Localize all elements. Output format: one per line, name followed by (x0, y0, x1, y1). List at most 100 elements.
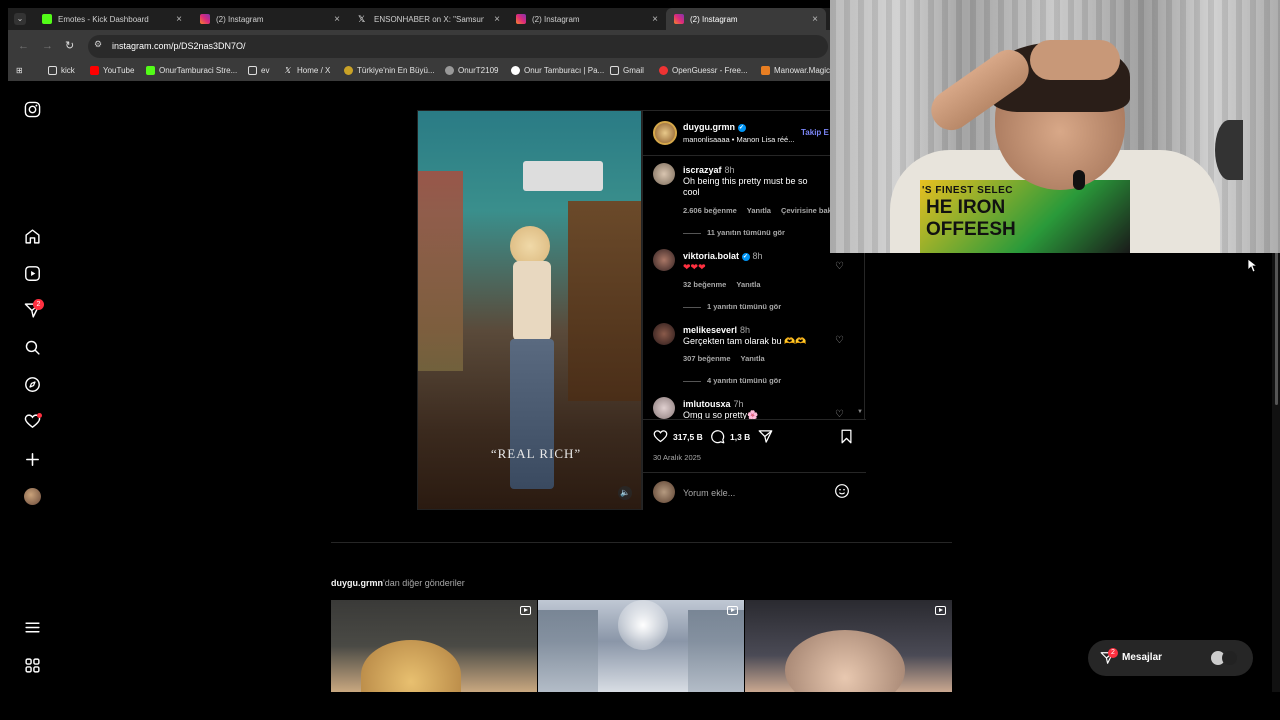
search-icon[interactable] (24, 339, 41, 356)
scroll-down-icon[interactable]: ▼ (857, 409, 863, 415)
mute-icon[interactable]: 🔈 (618, 486, 632, 500)
more-posts-heading: duygu.grmn'dan diğer gönderiler (331, 578, 465, 588)
url-text: instagram.com/p/DS2nas3DN7O/ (112, 41, 246, 51)
tab-kick-dashboard[interactable]: Emotes - Kick Dashboard × (34, 8, 190, 30)
kick-icon (42, 14, 52, 24)
instagram-logo-icon[interactable] (24, 101, 41, 118)
messages-button[interactable]: 2 Mesajlar (1088, 640, 1253, 676)
notifications-heart-icon[interactable] (24, 413, 42, 430)
grid-post-3[interactable] (745, 600, 952, 692)
openguessr-icon (659, 66, 668, 75)
grid-post-1[interactable] (331, 600, 537, 692)
back-icon[interactable]: ← (18, 40, 29, 52)
bookmark-manowar[interactable]: Manowar.Magic (761, 66, 830, 75)
x-icon: 𝕏 (284, 66, 291, 75)
save-icon[interactable] (839, 429, 854, 449)
site-info-icon[interactable]: ⚙ (94, 39, 102, 50)
comment-username[interactable]: imlutousxa 7h (683, 399, 744, 409)
profile-avatar[interactable] (24, 488, 41, 505)
tab-title: (2) Instagram (690, 14, 738, 24)
also-from-meta-icon[interactable] (24, 657, 41, 674)
grid-post-2[interactable] (538, 600, 744, 692)
instagram-icon (674, 14, 684, 24)
menu-icon[interactable] (24, 619, 41, 636)
comment-meta: 2.606 beğenme Yanıtla Çevirisine bak (683, 206, 832, 215)
tab-x-ensonhaber[interactable]: 𝕏 ENSONHABER on X: "Samsun'd × (350, 8, 508, 30)
bookmark-openguessr[interactable]: OpenGuessr - Free... (659, 66, 748, 75)
close-icon[interactable]: × (812, 14, 818, 25)
bookmark-turkiye[interactable]: Türkiye'nin En Büyü... (344, 66, 435, 75)
view-replies-link[interactable]: 1 yanıtın tümünü gör (683, 302, 781, 311)
bookmark-home-x[interactable]: 𝕏 Home / X (284, 66, 330, 75)
audio-label[interactable]: manonlisaaaa • Manon Lisa réé... (683, 135, 794, 144)
comment-avatar[interactable] (653, 163, 675, 185)
reply-link[interactable]: Yanıtla (736, 280, 760, 289)
comment-username[interactable]: melikeseverl 8h (683, 325, 750, 335)
bookmark-onurt2109[interactable]: OnurT2109 (445, 66, 498, 75)
view-replies-link[interactable]: 11 yanıtın tümünü gör (683, 228, 785, 237)
tab-instagram-active[interactable]: (2) Instagram × (666, 8, 826, 30)
notification-dot (37, 413, 42, 418)
author-avatar[interactable] (653, 121, 677, 145)
tab-instagram-1[interactable]: (2) Instagram × (192, 8, 348, 30)
video-overlay-text: “REAL RICH” (490, 446, 582, 461)
share-icon[interactable] (758, 429, 773, 449)
apps-icon[interactable]: ⊞ (16, 66, 23, 75)
shirt-text: 'S FINEST SELEC (922, 185, 1014, 196)
author-username[interactable]: duygu.grmn ✓ (683, 122, 746, 132)
comment-composer: Yorum ekle... (643, 472, 866, 512)
tab-title: (2) Instagram (216, 14, 264, 24)
more-posts-username[interactable]: duygu.grmn (331, 578, 383, 588)
bookmark-ev[interactable]: ev (248, 66, 269, 75)
comment-avatar[interactable] (653, 249, 675, 271)
reply-link[interactable]: Yanıtla (747, 206, 771, 215)
reply-link[interactable]: Yanıtla (741, 354, 765, 363)
comments-count[interactable]: 1,3 B (730, 432, 750, 442)
comment-icon[interactable] (710, 429, 725, 449)
address-bar[interactable]: ⚙ instagram.com/p/DS2nas3DN7O/ (88, 35, 828, 58)
instagram-icon (200, 14, 210, 24)
bookmark-youtube[interactable]: YouTube (90, 66, 134, 75)
direct-icon[interactable]: 2 (24, 299, 44, 319)
home-icon[interactable] (24, 228, 41, 245)
comment-input[interactable]: Yorum ekle... (683, 488, 735, 498)
like-comment-icon[interactable]: ♡ (835, 261, 844, 272)
instagram-icon (516, 14, 526, 24)
reel-icon (520, 606, 531, 615)
follow-button[interactable]: Takip E (801, 128, 829, 137)
comment-username[interactable]: viktoria.bolat ✓ 8h (683, 251, 763, 261)
forward-icon[interactable]: → (42, 40, 53, 52)
notification-badge: 2 (33, 299, 44, 310)
tab-instagram-2[interactable]: (2) Instagram × (508, 8, 666, 30)
comment-avatar[interactable] (653, 397, 675, 419)
create-icon[interactable] (24, 451, 41, 468)
reload-icon[interactable]: ↻ (65, 39, 74, 52)
bookmark-patreon[interactable]: Onur Tamburacı | Pa... (511, 66, 604, 75)
like-comment-icon[interactable]: ♡ (835, 335, 844, 346)
emoji-icon[interactable] (834, 483, 850, 504)
microphone (1073, 170, 1085, 190)
close-icon[interactable]: × (652, 14, 658, 25)
close-icon[interactable]: × (334, 14, 340, 25)
reels-icon[interactable] (24, 265, 41, 282)
comment-text: Gerçekten tam olarak bu 🫶🫶 (683, 336, 807, 346)
tab-list-dropdown[interactable]: ⌄ (14, 13, 26, 25)
carousel-icon (727, 606, 738, 615)
comment-avatar[interactable] (653, 323, 675, 345)
comment-text: Oh being this pretty must be so cool (683, 176, 808, 197)
browser-tab-bar: ⌄ Emotes - Kick Dashboard × (2) Instagra… (8, 8, 830, 30)
likes-count[interactable]: 317,5 B (673, 432, 703, 442)
bookmark-gmail[interactable]: Gmail (610, 66, 644, 75)
bookmark-kick[interactable]: kick (48, 66, 75, 75)
explore-icon[interactable] (24, 376, 41, 393)
close-icon[interactable]: × (494, 14, 500, 25)
view-replies-link[interactable]: 4 yanıtın tümünü gör (683, 376, 781, 385)
comment-username[interactable]: iscrazyaf 8h (683, 165, 735, 175)
translate-link[interactable]: Çevirisine bak (781, 206, 832, 215)
tab-title: (2) Instagram (532, 14, 580, 24)
bookmark-onur-stream[interactable]: OnurTamburaci Stre... (146, 66, 237, 75)
like-icon[interactable] (653, 429, 668, 449)
close-icon[interactable]: × (176, 14, 182, 25)
composer-avatar (653, 481, 675, 503)
post-video[interactable]: “REAL RICH” 🔈 (417, 110, 642, 510)
